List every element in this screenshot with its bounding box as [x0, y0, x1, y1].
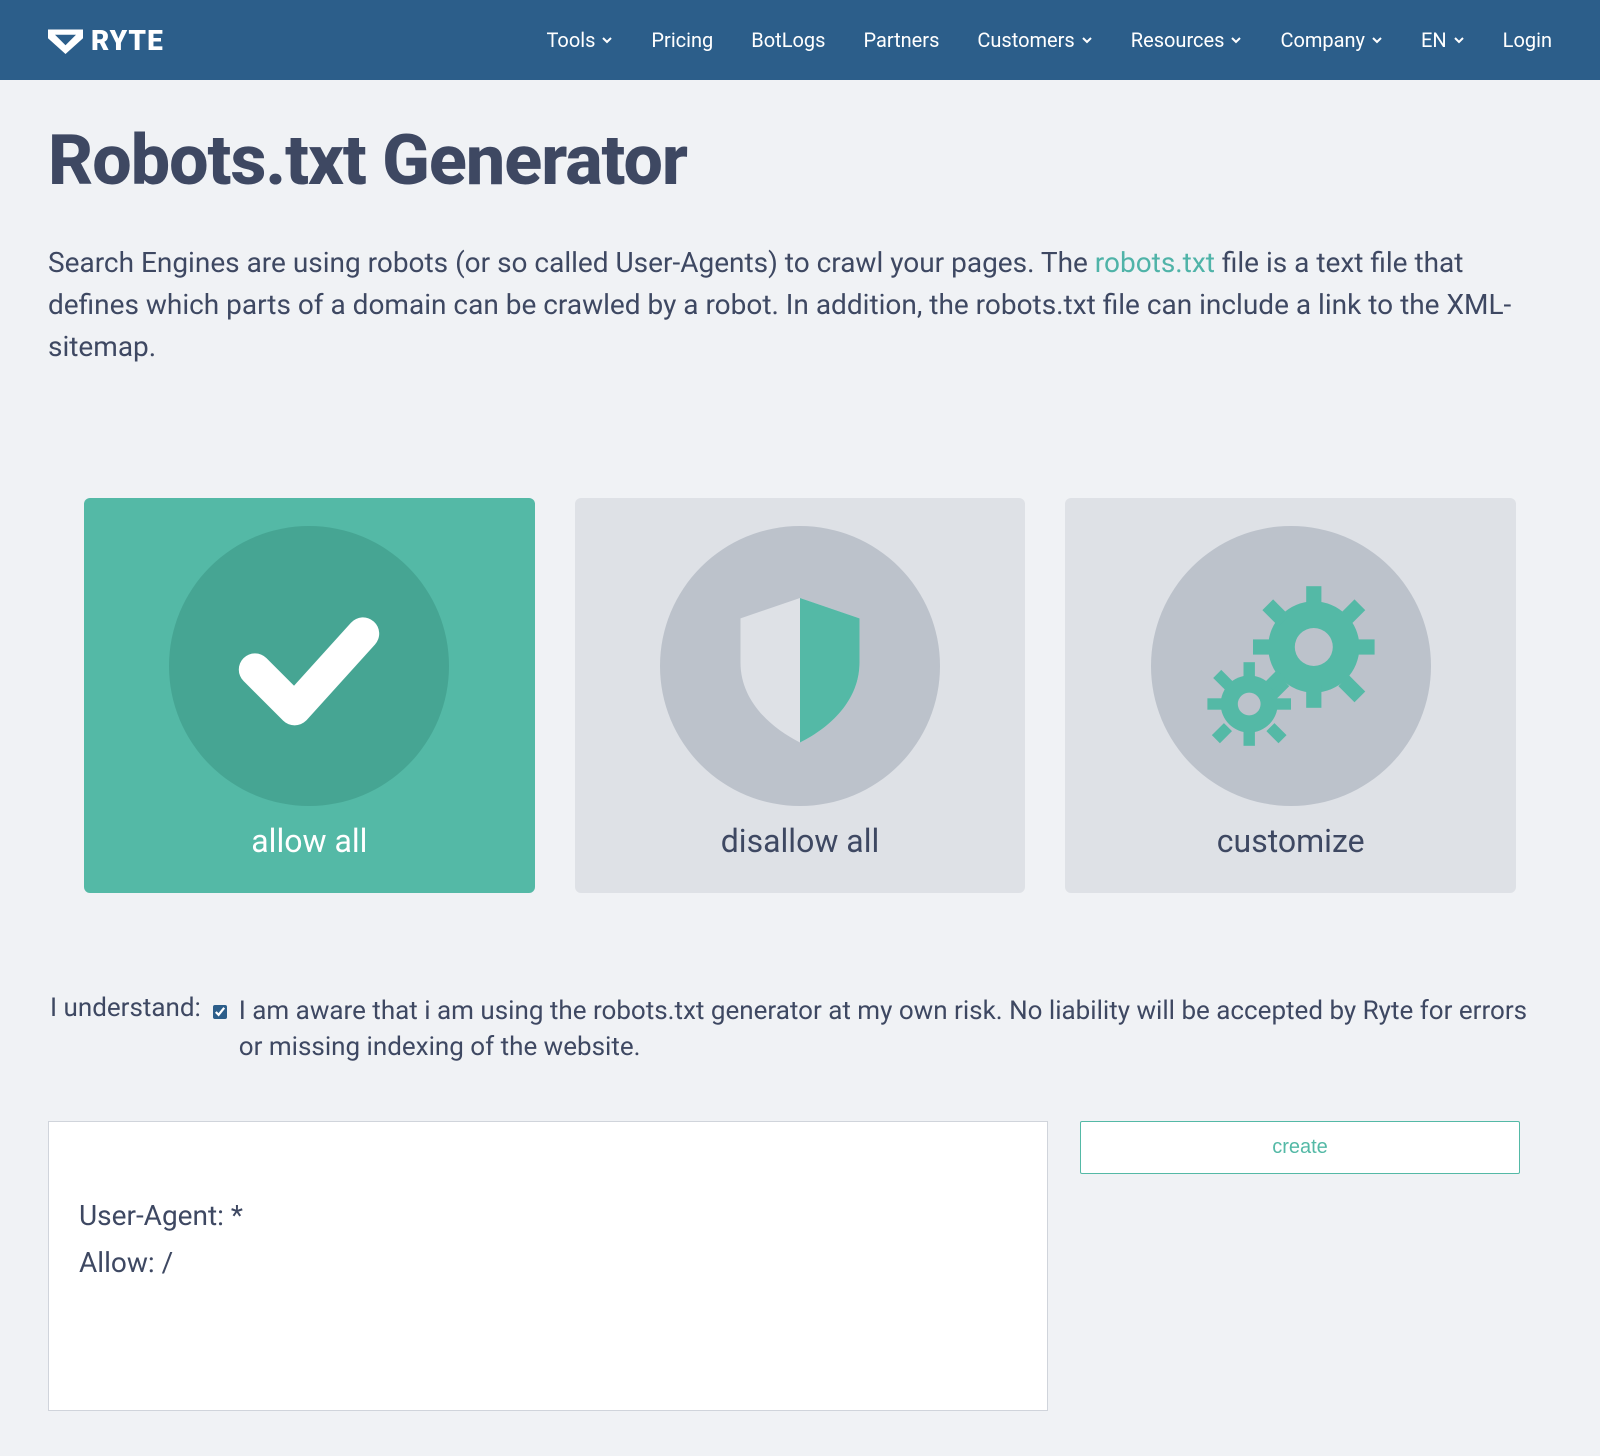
nav-company[interactable]: Company — [1280, 28, 1383, 52]
brand-logo[interactable]: RYTE — [48, 24, 164, 57]
nav-botlogs[interactable]: BotLogs — [751, 28, 825, 52]
page-title: Robots.txt Generator — [48, 120, 1552, 202]
ryte-logo-icon — [48, 25, 83, 55]
nav-pricing[interactable]: Pricing — [651, 28, 713, 52]
card-customize[interactable]: customize — [1065, 498, 1516, 893]
nav-language[interactable]: EN — [1421, 28, 1465, 52]
card-label: allow all — [251, 822, 367, 860]
output-textarea[interactable]: User-Agent: * Allow: / — [48, 1121, 1048, 1411]
robots-txt-link[interactable]: robots.txt — [1095, 246, 1215, 279]
consent-label: I understand: — [50, 993, 201, 1023]
nav-partners[interactable]: Partners — [863, 28, 939, 52]
consent-text: I am aware that i am using the robots.tx… — [239, 993, 1550, 1066]
gears-icon — [1151, 526, 1431, 806]
nav-login[interactable]: Login — [1503, 28, 1552, 52]
consent-checkbox[interactable] — [213, 1003, 227, 1021]
check-icon — [169, 526, 449, 806]
shield-icon — [660, 526, 940, 806]
nav-customers[interactable]: Customers — [977, 28, 1092, 52]
consent-row: I understand: I am aware that i am using… — [48, 993, 1552, 1066]
chevron-down-icon — [1453, 34, 1465, 46]
main-nav: Tools Pricing BotLogs Partners Customers… — [546, 28, 1552, 52]
intro-text: Search Engines are using robots (or so c… — [48, 242, 1552, 368]
nav-tools[interactable]: Tools — [546, 28, 613, 52]
header: RYTE Tools Pricing BotLogs Partners Cust… — [0, 0, 1600, 80]
card-disallow-all[interactable]: disallow all — [575, 498, 1026, 893]
card-allow-all[interactable]: allow all — [84, 498, 535, 893]
create-button[interactable]: create — [1080, 1121, 1520, 1174]
brand-name: RYTE — [91, 24, 164, 57]
chevron-down-icon — [601, 34, 613, 46]
option-cards: allow all disallow all — [48, 498, 1552, 893]
chevron-down-icon — [1081, 34, 1093, 46]
bottom-row: User-Agent: * Allow: / create — [48, 1121, 1552, 1411]
card-label: customize — [1217, 822, 1365, 860]
chevron-down-icon — [1371, 34, 1383, 46]
nav-resources[interactable]: Resources — [1131, 28, 1243, 52]
card-label: disallow all — [721, 822, 880, 860]
main-content: Robots.txt Generator Search Engines are … — [0, 80, 1600, 1451]
chevron-down-icon — [1230, 34, 1242, 46]
